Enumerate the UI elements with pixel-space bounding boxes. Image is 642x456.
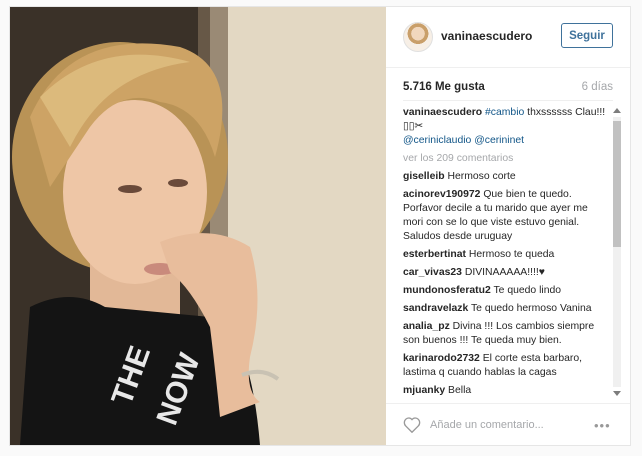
comment-user[interactable]: mjuanky <box>403 385 445 396</box>
comment-item: mjuanky Bella <box>403 384 608 396</box>
comment-text: DIVINAAAAA!!!!♥ <box>464 267 545 278</box>
comment-user[interactable]: karinarodo2732 <box>403 353 480 364</box>
comment-input[interactable] <box>430 416 590 434</box>
more-options-icon[interactable]: ••• <box>594 418 616 433</box>
heart-icon[interactable] <box>403 417 421 433</box>
comment-item: esterbertinat Hermoso te queda <box>403 248 608 262</box>
scroll-down-icon[interactable] <box>613 391 621 396</box>
comment-user[interactable]: giselleib <box>403 171 445 182</box>
comment-user[interactable]: acinorev190972 <box>403 189 480 200</box>
profile-avatar[interactable] <box>403 22 433 52</box>
comment-user[interactable]: esterbertinat <box>403 249 466 260</box>
comment-user[interactable]: sandravelazk <box>403 303 468 314</box>
mention-link[interactable]: @cerininet <box>474 135 524 146</box>
post-panel: vaninaescudero Seguir 5.716 Me gusta 6 d… <box>386 7 630 445</box>
comment-text: Hermoso corte <box>447 171 516 182</box>
divider <box>403 100 613 101</box>
comment-text: Te quedo hermoso Vanina <box>470 303 592 314</box>
post-footer: ••• <box>386 403 630 445</box>
likes-row: 5.716 Me gusta 6 días <box>403 81 613 97</box>
comment-item: sandravelazk Te quedo hermoso Vanina <box>403 302 608 316</box>
post-frame: THE NOW vaninaescudero Seguir 5.716 Me g… <box>9 6 631 446</box>
post-time[interactable]: 6 días <box>582 81 613 93</box>
comment-user[interactable]: car_vivas23 <box>403 267 462 278</box>
photo-illustration: THE NOW <box>10 7 386 445</box>
hashtag-link[interactable]: #cambio <box>485 107 524 118</box>
follow-button[interactable]: Seguir <box>561 23 613 48</box>
comment-item: analia_pz Divina !!! Los cambios siempre… <box>403 320 608 348</box>
scroll-up-icon[interactable] <box>613 108 621 113</box>
comment-text: Te quedo lindo <box>493 285 562 296</box>
comment-item: karinarodo2732 El corte esta barbaro, la… <box>403 352 608 380</box>
comment-text: Hermoso te queda <box>468 249 555 260</box>
likes-count[interactable]: 5.716 Me gusta <box>403 81 485 93</box>
comments-list: vaninaescudero #cambio thxssssss Clau!!!… <box>403 106 608 396</box>
comment-item: acinorev190972 Que bien te quedo. Porfav… <box>403 188 608 244</box>
post-header: vaninaescudero Seguir <box>386 7 630 68</box>
comment-item: car_vivas23 DIVINAAAAA!!!!♥ <box>403 266 608 280</box>
comment-user[interactable]: analia_pz <box>403 321 450 332</box>
comment-user[interactable]: mundonosferatu2 <box>403 285 491 296</box>
comment-item: giselleib Hermoso corte <box>403 170 608 184</box>
scroll-track[interactable] <box>613 117 621 387</box>
caption: vaninaescudero #cambio thxssssss Clau!!!… <box>403 106 608 148</box>
caption-text: thxssssss Clau!!! <box>524 107 606 118</box>
scroll-thumb[interactable] <box>613 121 621 247</box>
comments-scrollbar[interactable] <box>612 106 622 398</box>
comment-text: Bella <box>448 385 472 396</box>
mention-link[interactable]: @ceriniclaudio <box>403 135 471 146</box>
comment-item: mundonosferatu2 Te quedo lindo <box>403 284 608 298</box>
comment-user[interactable]: vaninaescudero <box>403 107 482 118</box>
caption-emoji: ▯▯✂ <box>403 121 424 132</box>
post-photo[interactable]: THE NOW <box>10 7 386 445</box>
username-link[interactable]: vaninaescudero <box>441 29 532 43</box>
view-all-comments-link[interactable]: ver los 209 comentarios <box>403 152 608 166</box>
